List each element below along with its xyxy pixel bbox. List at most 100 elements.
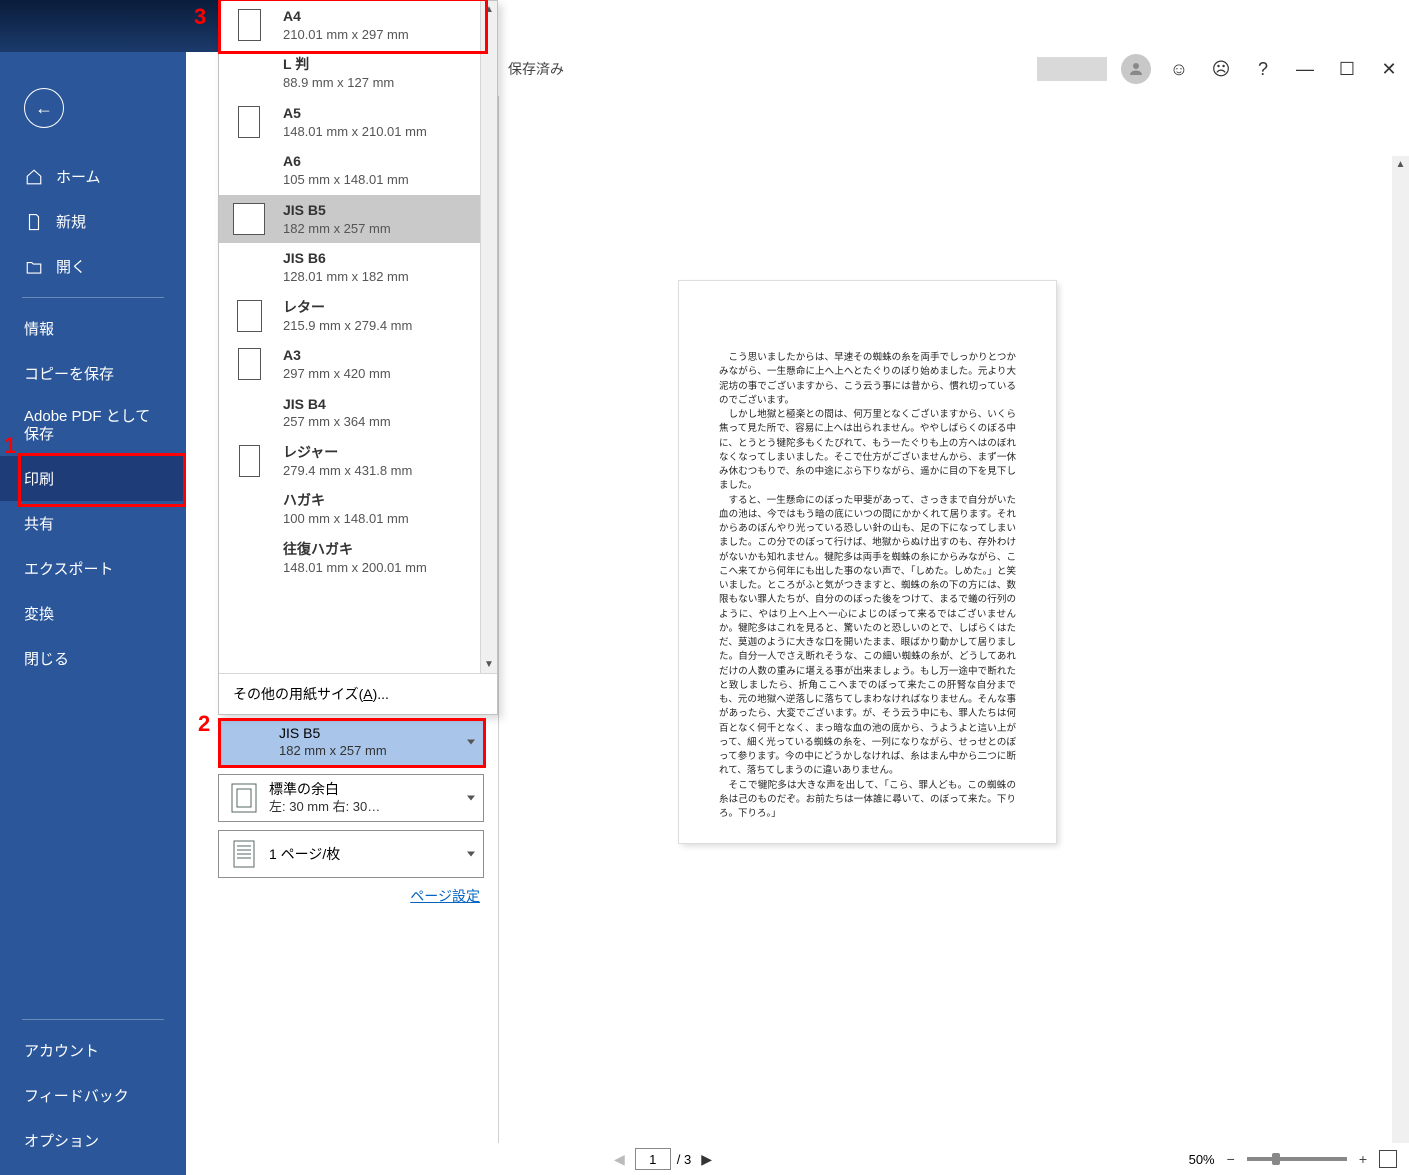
scroll-up-icon[interactable]: ▲ — [1392, 156, 1409, 173]
paper-dims: 210.01 mm x 297 mm — [283, 26, 409, 44]
popup-footer-key: A — [363, 686, 372, 702]
paper-dims: 297 mm x 420 mm — [283, 365, 391, 383]
paper-name: A4 — [283, 7, 409, 26]
sidebar-item-home[interactable]: ホーム — [0, 154, 186, 199]
paper-icon — [238, 9, 261, 41]
next-page-icon[interactable]: ▶ — [697, 1151, 716, 1168]
titlebar-dark-bg — [0, 0, 218, 52]
paper-size-option[interactable]: レジャー279.4 mm x 431.8 mm — [219, 437, 480, 485]
sidebar-item-save-pdf[interactable]: Adobe PDF として保存 — [0, 396, 186, 456]
scrollbar[interactable]: ▲ ▼ — [480, 1, 497, 673]
maximize-icon[interactable]: ☐ — [1333, 55, 1361, 83]
help-icon[interactable]: ? — [1249, 55, 1277, 83]
sidebar-item-transform[interactable]: 変換 — [0, 591, 186, 636]
paper-size-option[interactable]: A4210.01 mm x 297 mm — [219, 1, 480, 49]
sidebar-label: 情報 — [24, 318, 54, 339]
paper-name: レター — [283, 298, 412, 317]
paper-size-option[interactable]: A6105 mm x 148.01 mm — [219, 146, 480, 194]
popup-footer-suffix: )... — [373, 686, 389, 702]
chevron-down-icon — [467, 796, 475, 801]
dropdown-detail: 左: 30 mm 右: 30… — [269, 799, 483, 816]
fit-to-page-icon[interactable] — [1379, 1150, 1397, 1168]
pages-per-sheet-icon — [230, 838, 258, 870]
sidebar-item-options[interactable]: オプション — [0, 1118, 186, 1163]
paper-name: ハガキ — [283, 491, 409, 510]
paper-size-option[interactable]: A3297 mm x 420 mm — [219, 340, 480, 388]
pages-per-sheet-dropdown[interactable]: 1 ページ/枚 — [218, 830, 484, 878]
chevron-down-icon — [467, 740, 475, 745]
zoom-slider[interactable] — [1247, 1157, 1347, 1161]
sidebar-label: 閉じる — [24, 648, 69, 669]
sidebar-label: 新規 — [56, 211, 86, 232]
margins-icon — [230, 782, 258, 814]
close-icon[interactable]: ✕ — [1375, 55, 1403, 83]
paper-size-option[interactable]: L 判88.9 mm x 127 mm — [219, 49, 480, 97]
sidebar-label: オプション — [24, 1130, 99, 1151]
paper-size-option[interactable]: A5148.01 mm x 210.01 mm — [219, 98, 480, 146]
paper-name: L 判 — [283, 55, 394, 74]
scroll-up-icon[interactable]: ▲ — [481, 1, 497, 18]
sidebar-item-export[interactable]: エクスポート — [0, 546, 186, 591]
sidebar-item-info[interactable]: 情報 — [0, 306, 186, 351]
status-bar: ◀ / 3 ▶ 50% − + — [498, 1143, 1409, 1175]
paper-size-option[interactable]: JIS B4257 mm x 364 mm — [219, 389, 480, 437]
sidebar-label: コピーを保存 — [24, 363, 114, 384]
scroll-down-icon[interactable]: ▼ — [481, 656, 497, 673]
account-name-box[interactable] — [1037, 57, 1107, 81]
sidebar-item-new[interactable]: 新規 — [0, 199, 186, 244]
sidebar-label: アカウント — [24, 1040, 99, 1061]
face-sad-icon[interactable]: ☹ — [1207, 55, 1235, 83]
paper-dims: 100 mm x 148.01 mm — [283, 510, 409, 528]
sidebar-label: フィードバック — [24, 1085, 129, 1106]
popup-footer-prefix: その他の用紙サイズ( — [233, 686, 363, 702]
paper-size-option[interactable]: JIS B5182 mm x 257 mm — [219, 195, 480, 243]
paper-size-option[interactable]: ハガキ100 mm x 148.01 mm — [219, 485, 480, 533]
print-preview-panel: ▲ こう思いましたからは、早速その蜘蛛の糸を両手でしっかりとつかみながら、一生懸… — [498, 96, 1409, 1143]
sidebar-item-feedback[interactable]: フィードバック — [0, 1073, 186, 1118]
sidebar-item-open[interactable]: 開く — [0, 244, 186, 289]
page-setup-link-text[interactable]: ページ設定 — [410, 888, 480, 904]
current-page-input[interactable] — [635, 1148, 671, 1170]
annotation-2: 2 — [198, 711, 210, 737]
paper-name: JIS B6 — [283, 249, 409, 268]
page-setup-link[interactable]: ページ設定 — [218, 886, 484, 906]
minimize-icon[interactable]: — — [1291, 55, 1319, 83]
paper-icon — [239, 445, 260, 477]
zoom-out-icon[interactable]: − — [1227, 1151, 1235, 1167]
avatar[interactable] — [1121, 54, 1151, 84]
preview-scrollbar[interactable]: ▲ — [1392, 156, 1409, 1143]
paper-size-option[interactable]: 往復ハガキ148.01 mm x 200.01 mm — [219, 534, 480, 582]
paper-icon — [233, 203, 265, 235]
face-smile-icon[interactable]: ☺ — [1165, 55, 1193, 83]
prev-page-icon[interactable]: ◀ — [610, 1151, 629, 1168]
margins-dropdown[interactable]: 標準の余白 左: 30 mm 右: 30… — [218, 774, 484, 822]
paper-size-option[interactable]: JIS B6128.01 mm x 182 mm — [219, 243, 480, 291]
titlebar: 保存済み ☺ ☹ ? — ☐ ✕ — [500, 52, 1409, 86]
paper-name: レジャー — [283, 443, 412, 462]
paper-dims: 88.9 mm x 127 mm — [283, 74, 394, 92]
sidebar-item-close[interactable]: 閉じる — [0, 636, 186, 681]
paper-dims: 215.9 mm x 279.4 mm — [283, 317, 412, 335]
preview-page: こう思いましたからは、早速その蜘蛛の糸を両手でしっかりとつかみながら、一生懸命に… — [679, 281, 1056, 843]
back-button[interactable]: ← — [24, 88, 64, 128]
sidebar-item-share[interactable]: 共有 — [0, 501, 186, 546]
separator — [22, 1019, 164, 1020]
arrow-left-icon: ← — [35, 98, 53, 119]
sidebar-item-save-copy[interactable]: コピーを保存 — [0, 351, 186, 396]
sidebar-label: 共有 — [24, 513, 54, 534]
paper-dims: 105 mm x 148.01 mm — [283, 171, 409, 189]
paper-icon — [238, 106, 260, 138]
sidebar-item-print[interactable]: 印刷 — [0, 456, 186, 501]
more-paper-sizes[interactable]: その他の用紙サイズ(A)... — [219, 673, 497, 714]
paper-size-dropdown[interactable]: JIS B5 182 mm x 257 mm — [218, 718, 484, 766]
zoom-in-icon[interactable]: + — [1359, 1151, 1367, 1167]
paper-name: 往復ハガキ — [283, 540, 427, 559]
sidebar-label: 変換 — [24, 603, 54, 624]
dropdown-detail: 182 mm x 257 mm — [279, 743, 483, 760]
preview-paragraph: そこで犍陀多は大きな声を出して、「こら、罪人ども。この蜘蛛の糸は己のものだぞ。お… — [719, 779, 1016, 822]
paper-dims: 148.01 mm x 210.01 mm — [283, 123, 427, 141]
sidebar-item-account[interactable]: アカウント — [0, 1028, 186, 1073]
page-total: / 3 — [677, 1152, 691, 1167]
paper-size-option[interactable]: レター215.9 mm x 279.4 mm — [219, 292, 480, 340]
preview-paragraph: こう思いましたからは、早速その蜘蛛の糸を両手でしっかりとつかみながら、一生懸命に… — [719, 351, 1016, 408]
